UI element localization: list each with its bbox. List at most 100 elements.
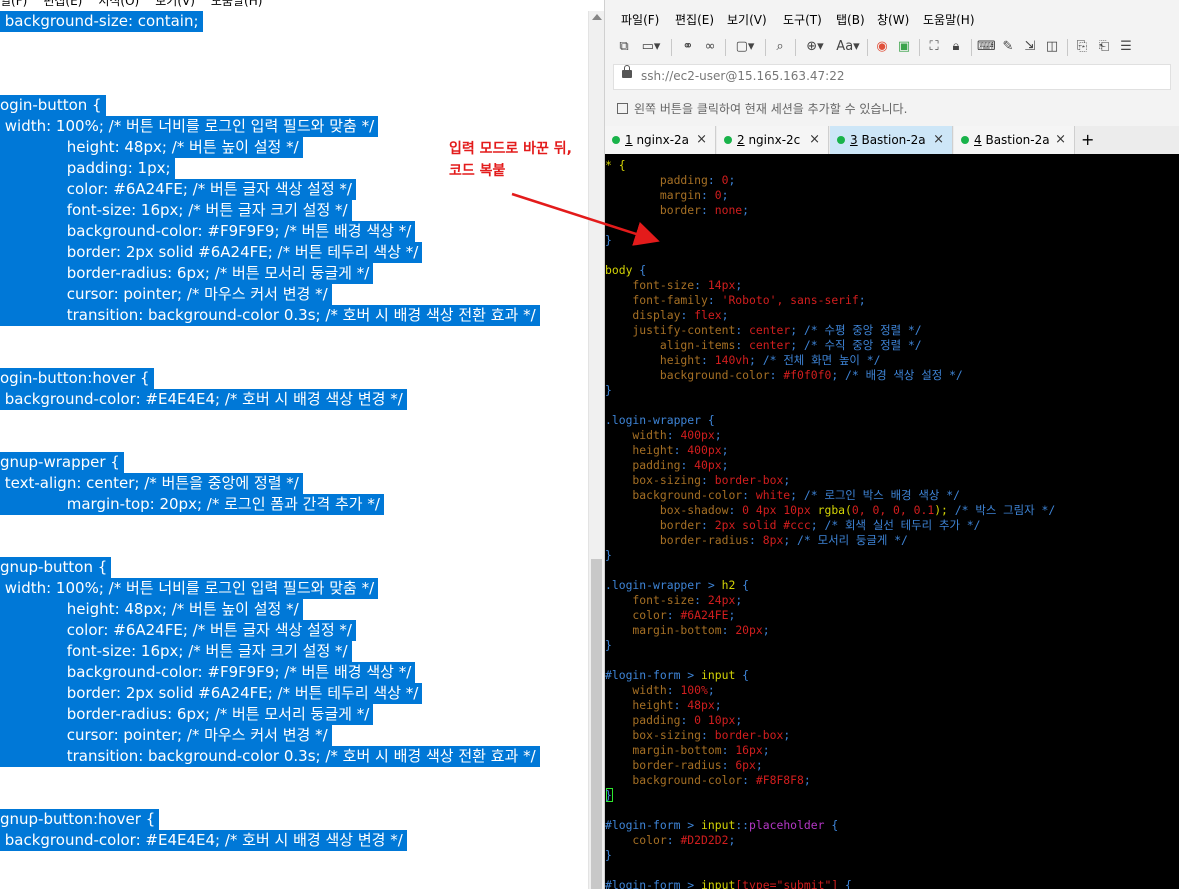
- terminal-token: ;: [721, 188, 729, 202]
- toolbar-divider: [795, 39, 796, 56]
- copy-icon[interactable]: ▢▾: [731, 36, 759, 58]
- disconnect-icon[interactable]: ⚭: [679, 36, 697, 58]
- log-stop-icon[interactable]: ⎗: [1095, 36, 1113, 58]
- session-tab[interactable]: 4 Bastion-2a ×: [954, 126, 1075, 154]
- terminal-token: }: [605, 638, 612, 652]
- terminal-token: background-color: [605, 368, 770, 382]
- quick-command-icon[interactable]: ⇲: [1021, 36, 1039, 58]
- scrollbar-thumb[interactable]: [591, 559, 602, 889]
- terminal-token: :: [680, 458, 695, 472]
- terminal-token: }: [605, 548, 612, 562]
- find-icon[interactable]: ⌕: [771, 36, 789, 58]
- terminal-token: :: [701, 473, 715, 487]
- terminal-menu-item[interactable]: 도움말(H): [923, 11, 975, 28]
- terminal-token: ;: [831, 368, 846, 382]
- add-tab-icon[interactable]: +: [1081, 126, 1094, 154]
- selected-text: color: #6A24FE; /* 버튼 글자 색상 설정 */: [0, 179, 356, 200]
- terminal-menu-item[interactable]: 보기(V): [727, 11, 767, 28]
- fullscreen-icon[interactable]: ⛶: [925, 36, 943, 58]
- globe-icon[interactable]: ⊕▾: [801, 36, 829, 58]
- notepad-menu-item[interactable]: 서식(O): [98, 0, 139, 9]
- terminal-line: font-size: 14px;: [605, 278, 742, 293]
- lock-icon: [622, 65, 632, 78]
- terminal-token: 2px solid #ccc: [714, 518, 811, 532]
- terminal-output[interactable]: * { padding: 0; margin: 0; border: none;…: [605, 154, 1179, 889]
- script-icon[interactable]: ◫: [1043, 36, 1061, 58]
- terminal-token: [type="submit"]: [735, 878, 839, 889]
- terminal-token: :: [721, 743, 736, 757]
- close-tab-icon[interactable]: ×: [933, 126, 944, 154]
- terminal-token: :: [735, 323, 750, 337]
- terminal-menu-item[interactable]: 창(W): [877, 11, 909, 28]
- terminal-token: #login-form: [605, 818, 688, 832]
- notepad-scrollbar[interactable]: [588, 11, 604, 889]
- terminal-token: {: [831, 818, 839, 832]
- notes-icon[interactable]: ☰: [1117, 36, 1135, 58]
- selected-text: text-align: center; /* 버튼을 중앙에 정렬 */: [0, 473, 303, 494]
- terminal-line: * {: [605, 158, 626, 173]
- terminal-menu-item[interactable]: 파일(F): [621, 11, 659, 28]
- log-start-icon[interactable]: ⎘: [1073, 36, 1091, 58]
- terminal-menu-item[interactable]: 탭(B): [836, 11, 865, 28]
- terminal-token: }: [605, 788, 612, 802]
- notepad-line: [0, 788, 588, 809]
- terminal-token: color: [605, 608, 667, 622]
- selected-text: width: 100%; /* 버튼 너비를 로그인 입력 필드와 맞춤 */: [0, 578, 379, 599]
- terminal-token: ;: [749, 353, 763, 367]
- open-folder-icon[interactable]: ▭▾: [639, 36, 663, 58]
- keyboard-icon[interactable]: ⌨: [977, 36, 996, 58]
- tab-name: Bastion-2a: [857, 133, 926, 147]
- session-tab[interactable]: 2 nginx-2c ×: [717, 126, 829, 154]
- terminal-menu-item[interactable]: 도구(T): [783, 11, 822, 28]
- terminal-line: color: #6A24FE;: [605, 608, 735, 623]
- terminal-app-window: 파일(F) 편집(E) 보기(V) 도구(T) 탭(B) 창(W) 도움말(H) ⧉ ▭▾ …: [604, 0, 1179, 889]
- notepad-line: background-color: #E4E4E4; /* 호버 시 배경 색상…: [0, 389, 588, 410]
- session-tab[interactable]: 1 nginx-2a ×: [605, 126, 716, 154]
- selected-text: ogin-button {: [0, 95, 106, 116]
- terminal-token: >: [687, 818, 702, 832]
- address-bar[interactable]: ssh://ec2-user@15.165.163.47:22: [613, 64, 1171, 90]
- session-tab[interactable]: 3 Bastion-2a ×: [830, 126, 953, 154]
- terminal-line: }: [605, 233, 612, 248]
- terminal-token: placeholder: [749, 818, 832, 832]
- font-button[interactable]: Aa▾: [833, 36, 863, 58]
- terminal-token: ;: [721, 443, 729, 457]
- notepad-line: border-radius: 6px; /* 버튼 모서리 둥글게 */: [0, 263, 588, 284]
- notepad-line: [0, 74, 588, 95]
- connected-status-icon: [724, 136, 732, 144]
- terminal-token: input: [701, 818, 736, 832]
- session-add-icon[interactable]: [617, 103, 628, 114]
- terminal-menu-item[interactable]: 편집(E): [675, 11, 714, 28]
- close-tab-icon[interactable]: ×: [696, 126, 707, 154]
- scroll-up-arrow-icon[interactable]: [592, 14, 602, 20]
- compose-icon[interactable]: ✎: [999, 36, 1017, 58]
- notepad-menu-item[interactable]: 보기(V): [155, 0, 195, 9]
- terminal-token: * {: [605, 158, 626, 172]
- terminal-token: margin-bottom: [605, 743, 722, 757]
- tab-label: 3 Bastion-2a: [850, 126, 926, 154]
- terminal-token: }: [605, 233, 612, 247]
- tab-label: 1 nginx-2a: [625, 126, 689, 154]
- close-tab-icon[interactable]: ×: [809, 126, 820, 154]
- terminal-token: ;: [735, 713, 743, 727]
- terminal-token: ;: [714, 428, 722, 442]
- terminal-token: :: [707, 173, 722, 187]
- selected-text: border: 2px solid #6A24FE; /* 버튼 테두리 색상 …: [0, 242, 423, 263]
- tab-number: 4: [974, 133, 982, 147]
- close-tab-icon[interactable]: ×: [1055, 126, 1066, 154]
- lock-icon[interactable]: 🔒︎: [947, 36, 965, 58]
- terminal-token: :: [666, 428, 681, 442]
- xftp-icon[interactable]: ◉: [873, 36, 891, 58]
- terminal-token: #F8F8F8: [755, 773, 804, 787]
- notepad-menu-item[interactable]: 도움말(H): [211, 0, 263, 9]
- notepad-menu-item[interactable]: 편집(E): [43, 0, 82, 9]
- terminal-token: box-sizing: [605, 728, 702, 742]
- tab-label: 4 Bastion-2a: [974, 126, 1050, 154]
- terminal-token: {: [742, 668, 750, 682]
- notepad-menu-item[interactable]: 일(F): [0, 0, 27, 9]
- terminal-line: padding: 0;: [605, 173, 735, 188]
- reconnect-icon[interactable]: ∞: [701, 36, 719, 58]
- terminal-token: #6A24FE: [680, 608, 729, 622]
- xmanager-icon[interactable]: ▣: [895, 36, 913, 58]
- new-session-icon[interactable]: ⧉: [615, 36, 633, 58]
